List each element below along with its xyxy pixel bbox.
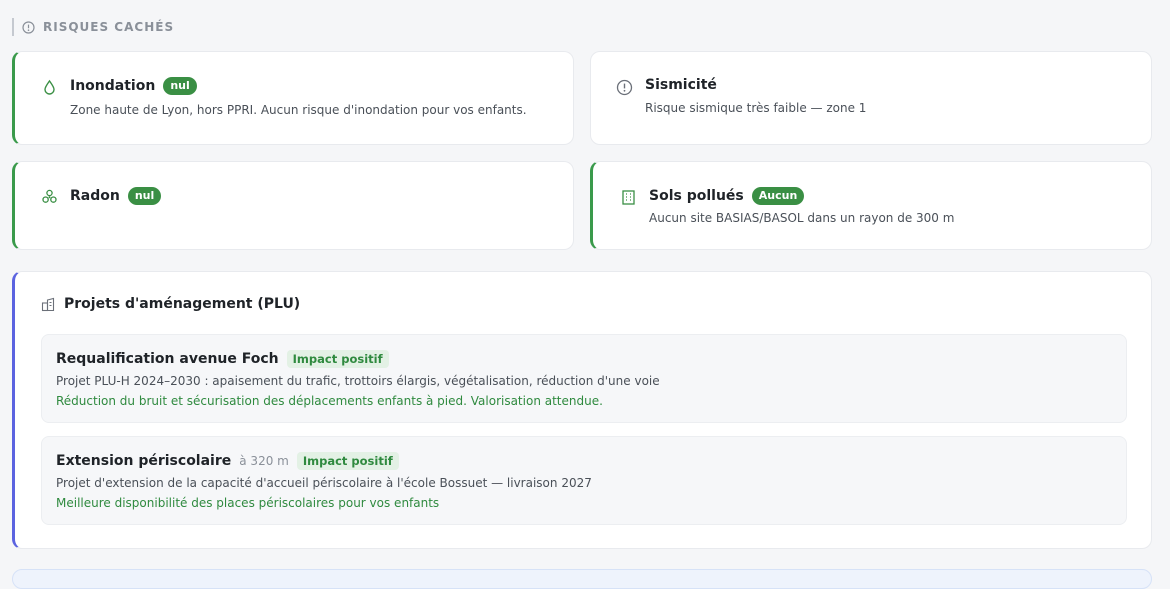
project-description: Projet PLU-H 2024–2030 : apaisement du t… (56, 374, 660, 388)
risk-title-row: Radon nul (70, 187, 162, 205)
risk-title-row: Sols pollués Aucun (649, 187, 805, 205)
risk-title: Sismicité (645, 77, 717, 93)
status-badge: Aucun (751, 187, 805, 205)
water-drop-icon (41, 79, 58, 96)
section-title: RISQUES CACHÉS (43, 20, 175, 34)
risk-description: Risque sismique très faible — zone 1 (645, 101, 867, 115)
project-distance: à 320 m (239, 454, 289, 468)
alert-circle-icon (616, 79, 633, 96)
risk-title: Inondation (70, 78, 156, 94)
impact-badge: Impact positif (286, 350, 389, 368)
project-card: Requalification avenue Foch Impact posit… (41, 334, 1127, 423)
next-section-card (12, 569, 1152, 589)
project-effect: Meilleure disponibilité des places péris… (56, 496, 440, 510)
status-badge: nul (163, 77, 197, 95)
plu-header: Projets d'aménagement (PLU) (41, 296, 300, 312)
risk-title: Radon (70, 188, 120, 204)
section-header: RISQUES CACHÉS (12, 18, 174, 36)
risk-card-sismicite: Sismicité Risque sismique très faible — … (590, 51, 1152, 145)
project-description: Projet d'extension de la capacité d'accu… (56, 476, 592, 490)
risk-card-sols-pollues: Sols pollués Aucun Aucun site BASIAS/BAS… (590, 161, 1152, 250)
project-head: Requalification avenue Foch Impact posit… (56, 350, 389, 368)
risk-title-row: Sismicité (645, 77, 717, 93)
risk-description: Zone haute de Lyon, hors PPRI. Aucun ris… (70, 103, 527, 117)
project-card: Extension périscolaire à 320 m Impact po… (41, 436, 1127, 525)
building-icon (620, 189, 637, 206)
project-title: Extension périscolaire (56, 453, 232, 469)
project-title: Requalification avenue Foch (56, 351, 279, 367)
impact-badge: Impact positif (296, 452, 399, 470)
project-head: Extension périscolaire à 320 m Impact po… (56, 452, 399, 470)
status-badge: nul (127, 187, 162, 205)
risk-title-row: Inondation nul (70, 77, 197, 95)
radiation-icon (41, 188, 58, 205)
urban-planning-icon (41, 297, 56, 312)
risk-title: Sols pollués (649, 188, 744, 204)
info-circle-icon (22, 20, 35, 34)
plu-title: Projets d'aménagement (PLU) (64, 296, 301, 312)
risk-description: Aucun site BASIAS/BASOL dans un rayon de… (649, 211, 955, 225)
plu-card: Projets d'aménagement (PLU) Requalificat… (12, 271, 1152, 549)
risk-card-radon: Radon nul (12, 161, 574, 250)
risk-card-inondation: Inondation nul Zone haute de Lyon, hors … (12, 51, 574, 145)
project-effect: Réduction du bruit et sécurisation des d… (56, 394, 603, 408)
